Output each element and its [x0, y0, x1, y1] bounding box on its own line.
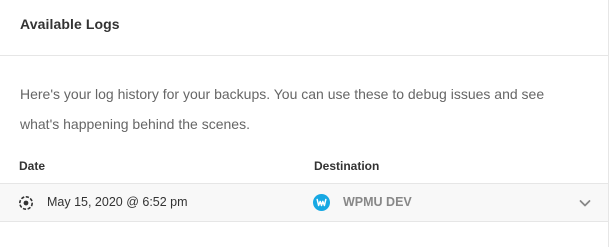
panel-description: Here's your log history for your backups…	[20, 86, 545, 132]
backup-gear-icon	[18, 195, 34, 211]
wpmudev-logo-icon	[313, 194, 330, 211]
column-header-destination: Destination	[314, 159, 380, 173]
log-destination: WPMU DEV	[343, 195, 412, 209]
log-date: May 15, 2020 @ 6:52 pm	[47, 195, 188, 209]
log-row[interactable]: May 15, 2020 @ 6:52 pm WPMU DEV	[0, 183, 608, 222]
chevron-down-icon[interactable]	[578, 196, 592, 210]
available-logs-panel: Available Logs Here's your log history f…	[0, 0, 609, 247]
panel-header: Available Logs	[0, 0, 608, 56]
column-header-date: Date	[19, 159, 46, 173]
panel-title: Available Logs	[20, 16, 120, 32]
